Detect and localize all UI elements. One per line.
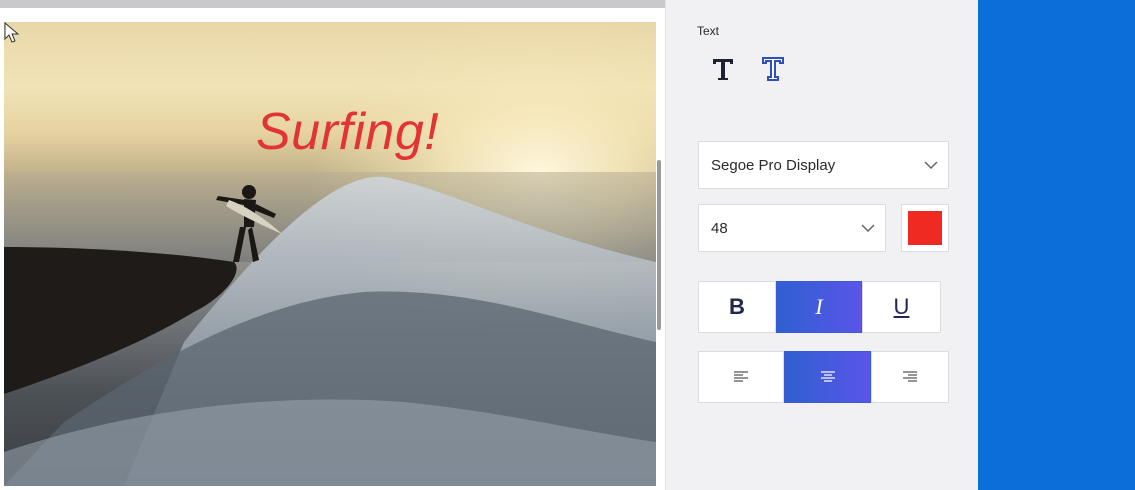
canvas-scrollbar[interactable] [657,160,661,330]
align-center-button[interactable] [784,351,871,403]
align-right-button[interactable] [871,351,949,403]
bold-button[interactable]: B [698,281,776,333]
panel-section-label: Text [697,24,720,38]
align-center-icon [820,371,835,382]
align-right-icon [903,371,917,382]
text-style-buttons: B I U [698,281,941,333]
font-family-value: Segoe Pro Display [711,156,836,174]
canvas-top-bar [0,0,665,8]
photo-scene [4,22,656,486]
canvas-area: Surfing! [0,0,665,490]
mouse-cursor-icon [4,22,20,43]
text-styled-icon[interactable] [758,54,788,84]
app-background-edge [978,0,1135,490]
chevron-down-icon [924,161,938,169]
text-plain-icon[interactable] [708,54,738,84]
italic-button[interactable]: I [776,281,862,333]
text-format-panel: Text Segoe Pro Display 48 B I U [665,0,979,490]
align-left-icon [734,371,748,382]
italic-label: I [815,294,823,319]
bold-label: B [729,294,745,319]
font-size-value: 48 [711,219,728,237]
surf-photo[interactable]: Surfing! [4,22,656,486]
align-left-button[interactable] [698,351,784,403]
font-family-dropdown[interactable]: Segoe Pro Display [698,141,949,189]
underline-button[interactable]: U [862,281,941,333]
underline-label: U [893,294,910,319]
text-color-button[interactable] [901,204,949,252]
chevron-down-icon [861,224,875,232]
alignment-buttons [698,351,949,403]
overlay-text[interactable]: Surfing! [256,102,439,162]
font-size-dropdown[interactable]: 48 [698,204,886,252]
color-swatch [908,211,942,245]
